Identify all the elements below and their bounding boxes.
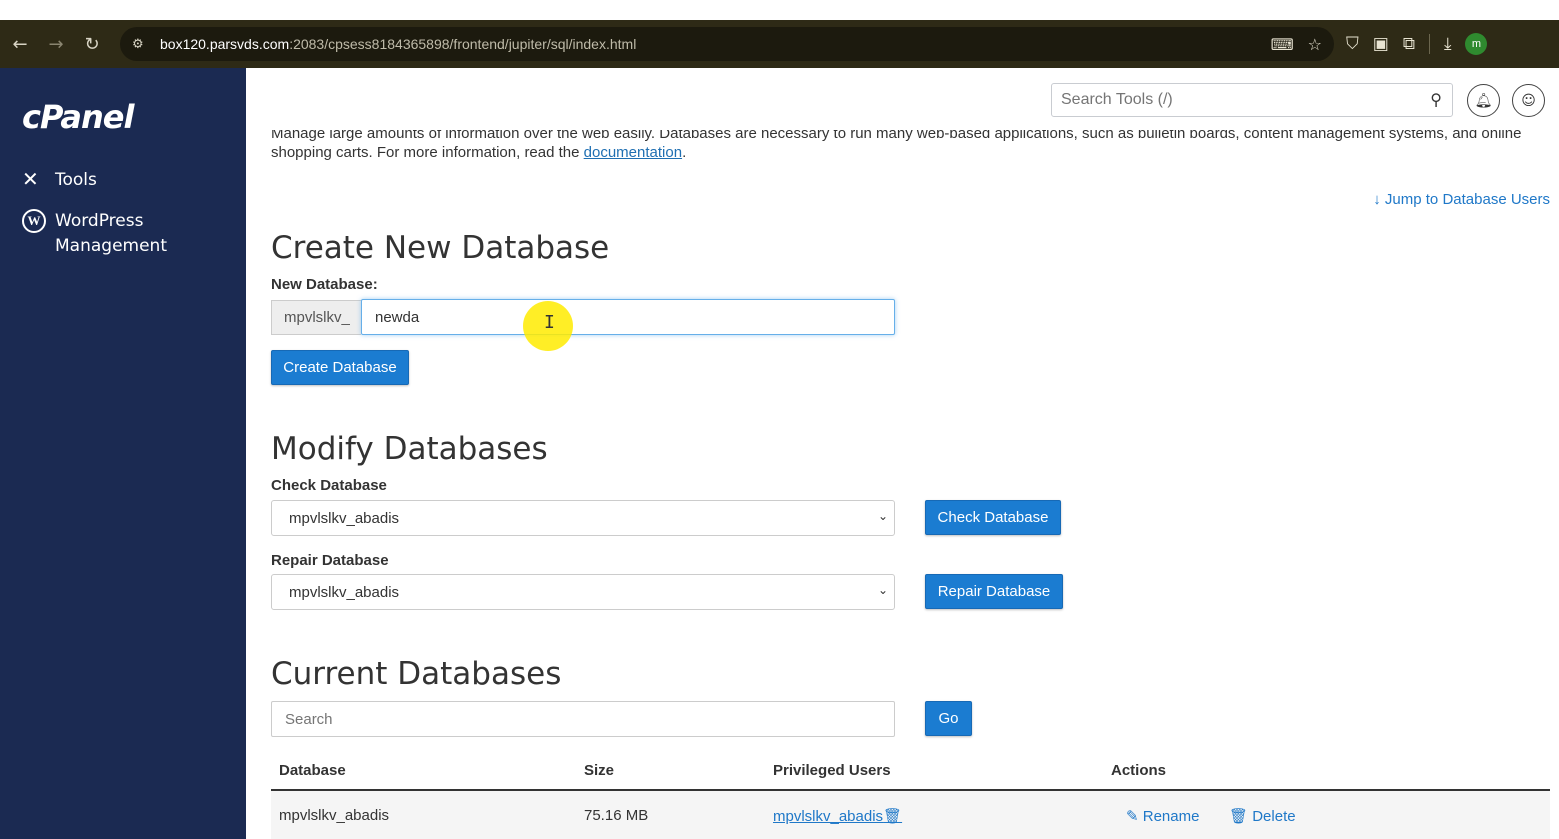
extensions-puzzle-icon[interactable]: ⧉ — [1403, 34, 1415, 54]
new-database-label: New Database: — [271, 276, 378, 293]
column-header-database[interactable]: Database — [279, 762, 346, 779]
column-header-actions: Actions — [1111, 762, 1167, 779]
user-account-icon[interactable]: ☺ — [1512, 84, 1545, 117]
check-database-selected: mpvlslkv_abadis — [289, 509, 400, 527]
address-bar[interactable]: ⚙ box120.parsvds.com:2083/cpsess81843658… — [120, 27, 1334, 61]
toolbar-divider — [1428, 34, 1430, 54]
intro-line-2-end: . — [682, 144, 687, 161]
download-icon[interactable]: ⤓ — [1444, 34, 1452, 54]
create-database-heading: Create New Database — [271, 230, 610, 266]
back-icon[interactable]: ← — [2, 26, 38, 62]
reload-icon[interactable]: ↻ — [74, 26, 110, 62]
tools-icon: ✕ — [22, 167, 39, 191]
intro-line-2: shopping carts. For more information, re… — [271, 144, 584, 161]
database-prefix: mpvlslkv_ — [271, 300, 361, 335]
chevron-down-icon: ⌄ — [877, 583, 888, 597]
privileged-user-name: mpvlslkv_abadis — [773, 808, 884, 825]
chevron-down-icon: ⌄ — [877, 509, 888, 523]
repair-database-button[interactable]: Repair Database — [925, 574, 1063, 609]
text-cursor-icon: I — [544, 312, 555, 333]
check-database-label: Check Database — [271, 477, 387, 494]
main-content: Manage large amounts of information over… — [246, 68, 1559, 839]
wordpress-icon-wrap: W — [22, 209, 55, 233]
sidebar-item-label: WordPress Management — [55, 211, 167, 256]
jump-link-label: Jump to Database Users — [1384, 191, 1550, 208]
translate-icon[interactable]: ⌨ — [1271, 35, 1294, 54]
column-header-privileged-users: Privileged Users — [773, 762, 891, 779]
trash-icon: 🗑︎ — [1229, 807, 1249, 825]
top-header: ⚲ 🔔︎ ☺ — [246, 68, 1559, 130]
rename-action[interactable]: ✎ Rename — [1126, 807, 1199, 825]
modify-databases-heading: Modify Databases — [271, 431, 548, 467]
sidebar-item-wordpress-management[interactable]: W WordPress Management — [22, 209, 205, 259]
trash-icon[interactable]: 🗑︎ — [883, 807, 902, 825]
sidebar: cPanel ✕ Tools W WordPress Management — [0, 68, 246, 839]
go-button[interactable]: Go — [925, 701, 972, 736]
rename-label: Rename — [1142, 808, 1200, 825]
profile-avatar[interactable]: m — [1465, 33, 1488, 55]
check-database-select[interactable]: mpvlslkv_abadis ⌄ — [271, 500, 895, 536]
delete-action[interactable]: 🗑︎ Delete — [1229, 807, 1296, 825]
extension-app-icon[interactable]: ▣ — [1373, 34, 1389, 54]
delete-label: Delete — [1252, 808, 1296, 825]
search-tools-input[interactable] — [1061, 91, 1421, 109]
column-header-size[interactable]: Size — [584, 762, 614, 779]
new-database-input[interactable] — [361, 299, 895, 335]
url-host: box120.parsvds.com — [160, 36, 290, 52]
forward-icon[interactable]: → — [38, 26, 74, 62]
check-database-button[interactable]: Check Database — [925, 500, 1061, 535]
site-settings-icon[interactable]: ⚙ — [132, 37, 160, 52]
repair-database-select[interactable]: mpvlslkv_abadis ⌄ — [271, 574, 895, 610]
shield-extension-icon[interactable]: ⛉ — [1346, 34, 1359, 54]
pencil-icon: ✎ — [1126, 807, 1139, 825]
url-path: :2083/cpsess8184365898/frontend/jupiter/… — [289, 36, 637, 52]
search-icon[interactable]: ⚲ — [1430, 90, 1442, 109]
table-row — [271, 791, 1550, 839]
jump-to-database-users-link[interactable]: ↓ Jump to Database Users — [1373, 191, 1550, 208]
documentation-link[interactable]: documentation — [584, 144, 682, 161]
sidebar-item-tools[interactable]: ✕ Tools — [22, 168, 205, 193]
wordpress-icon: W — [22, 209, 46, 233]
notifications-bell-icon[interactable]: 🔔︎ — [1467, 84, 1500, 117]
browser-toolbar: ← → ↻ ⚙ box120.parsvds.com:2083/cpsess81… — [0, 20, 1559, 68]
current-databases-heading: Current Databases — [271, 656, 562, 692]
window-top-strip — [0, 0, 1559, 20]
arrow-down-icon: ↓ — [1373, 191, 1381, 208]
cell-privileged-user-link[interactable]: mpvlslkv_abadis🗑︎ — [773, 807, 902, 825]
repair-database-selected: mpvlslkv_abadis — [289, 583, 400, 601]
search-tools-box[interactable]: ⚲ — [1051, 83, 1453, 117]
sidebar-item-label: Tools — [55, 170, 97, 190]
bookmark-star-icon[interactable]: ☆ — [1308, 35, 1322, 54]
create-database-button[interactable]: Create Database — [271, 350, 409, 385]
cell-database: mpvlslkv_abadis — [279, 807, 390, 824]
cpanel-logo[interactable]: cPanel — [22, 98, 134, 136]
repair-database-label: Repair Database — [271, 552, 389, 569]
cell-size: 75.16 MB — [584, 807, 649, 824]
database-search-input[interactable] — [271, 701, 895, 737]
